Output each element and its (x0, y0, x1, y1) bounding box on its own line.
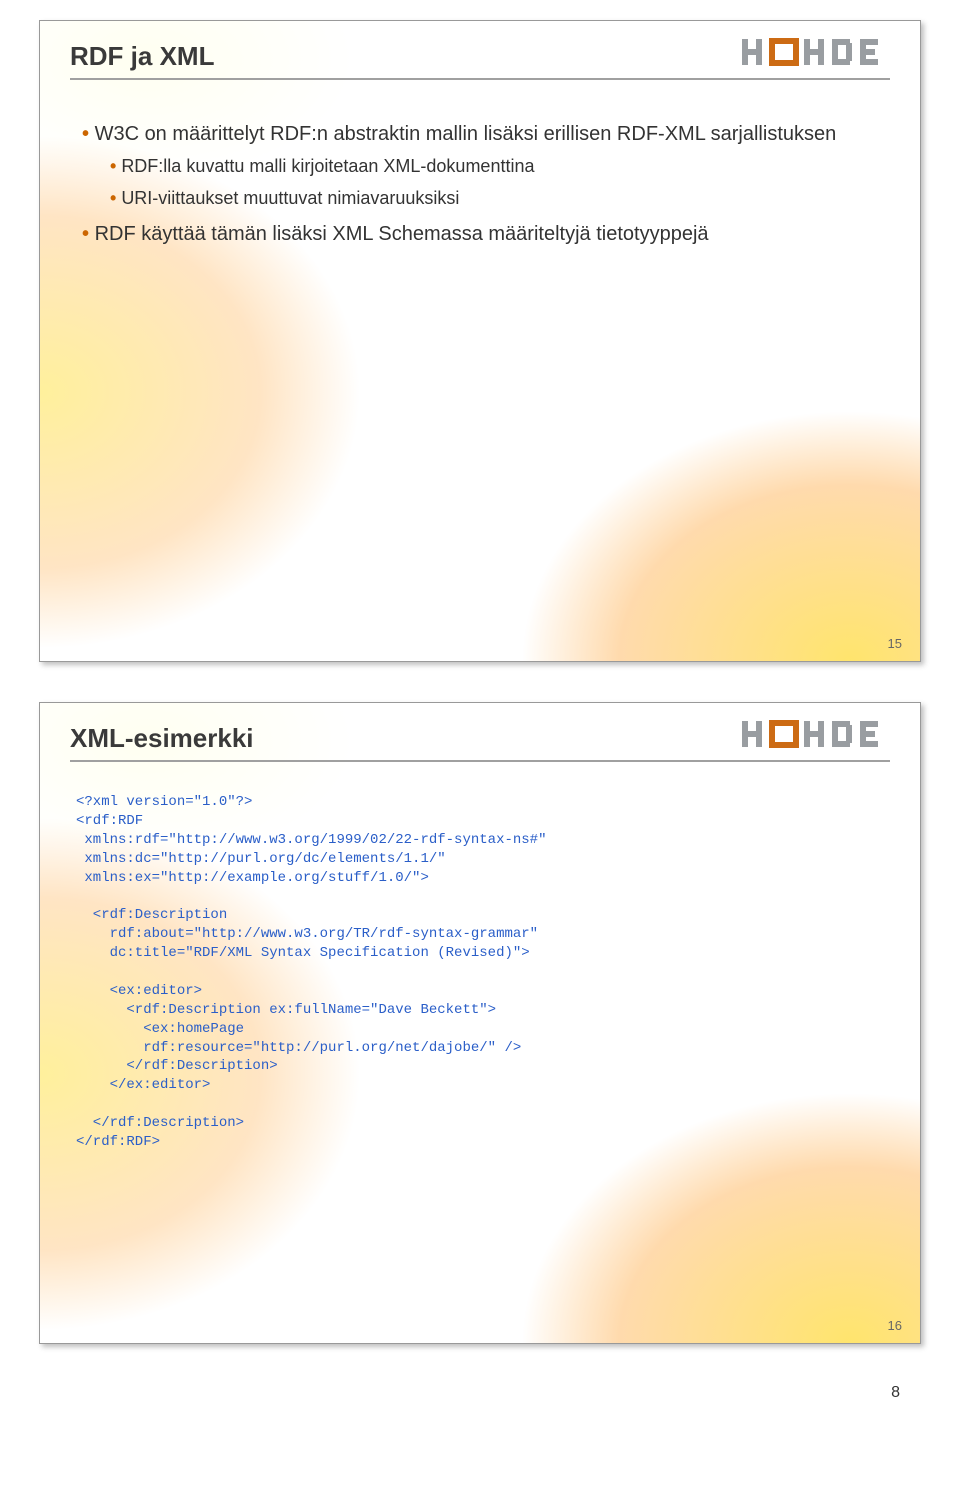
hohde-logo (742, 719, 892, 754)
sub-bullet-text: RDF:lla kuvattu malli kirjoitetaan XML-d… (121, 156, 534, 176)
slide-number: 15 (888, 636, 902, 651)
slide-content: W3C on määrittelyt RDF:n abstraktin mall… (82, 121, 878, 258)
bullet-list: W3C on määrittelyt RDF:n abstraktin mall… (82, 121, 878, 248)
slide-number: 16 (888, 1318, 902, 1333)
slide-1: RDF ja XML W3C on määrittelyt RDF:n abst… (39, 20, 921, 662)
bullet-text: RDF käyttää tämän lisäksi XML Schemassa … (95, 223, 709, 245)
bullet-item: RDF käyttää tämän lisäksi XML Schemassa … (82, 221, 878, 248)
sub-bullet-text: URI-viittaukset muuttuvat nimiavaruuksik… (121, 188, 459, 208)
title-rule (70, 78, 890, 80)
bullet-item: W3C on määrittelyt RDF:n abstraktin mall… (82, 121, 878, 211)
sub-bullet-item: RDF:lla kuvattu malli kirjoitetaan XML-d… (110, 154, 878, 178)
page-number: 8 (20, 1384, 900, 1402)
slide-2: XML-esimerkki <?xml version="1.0"?> <rdf… (39, 702, 921, 1344)
sub-bullet-list: RDF:lla kuvattu malli kirjoitetaan XML-d… (82, 154, 878, 211)
title-rule (70, 760, 890, 762)
hohde-logo (742, 37, 892, 72)
xml-code-block: <?xml version="1.0"?> <rdf:RDF xmlns:rdf… (76, 793, 884, 1152)
bullet-text: W3C on määrittelyt RDF:n abstraktin mall… (95, 123, 837, 145)
sub-bullet-item: URI-viittaukset muuttuvat nimiavaruuksik… (110, 186, 878, 210)
